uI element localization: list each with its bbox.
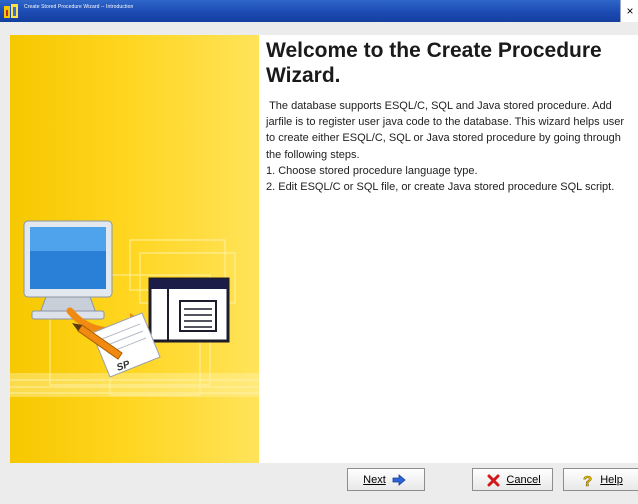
- wizard-window-icon: [148, 277, 230, 343]
- welcome-title: Welcome to the Create Procedure Wizard.: [266, 39, 602, 87]
- description-paragraph: The database supports ESQL/C, SQL and Ja…: [266, 100, 628, 161]
- wizard-illustration: SP: [10, 220, 259, 397]
- red-x-icon: [487, 474, 500, 487]
- welcome-description: The database supports ESQL/C, SQL and Ja…: [266, 98, 636, 195]
- cancel-button[interactable]: Cancel: [472, 468, 553, 491]
- close-button[interactable]: ×: [620, 0, 638, 22]
- right-arrow-icon: [392, 474, 406, 486]
- cancel-label: Cancel: [506, 474, 541, 486]
- wizard-frame: SP Welcome to the Create Procedure Wizar…: [0, 22, 638, 504]
- close-icon: ×: [626, 4, 634, 18]
- illustration-panel: SP: [10, 35, 259, 463]
- help-button[interactable]: ? Help: [563, 468, 638, 491]
- step-one-text: 1. Choose stored procedure language type…: [266, 164, 478, 177]
- help-label: Help: [600, 474, 623, 486]
- content-panel: Welcome to the Create Procedure Wizard. …: [259, 35, 638, 463]
- step-two-text: 2. Edit ESQL/C or SQL file, or create Ja…: [266, 181, 615, 194]
- app-icon: [4, 4, 18, 18]
- svg-text:?: ?: [583, 473, 592, 488]
- computer-monitor-icon: [23, 220, 113, 320]
- window-title: Create Stored Procedure Wizard -- Introd…: [24, 4, 134, 10]
- title-bar[interactable]: Create Stored Procedure Wizard -- Introd…: [0, 0, 638, 22]
- question-mark-icon: ?: [583, 473, 593, 488]
- next-button[interactable]: Next: [347, 468, 425, 491]
- next-label: Next: [363, 474, 386, 486]
